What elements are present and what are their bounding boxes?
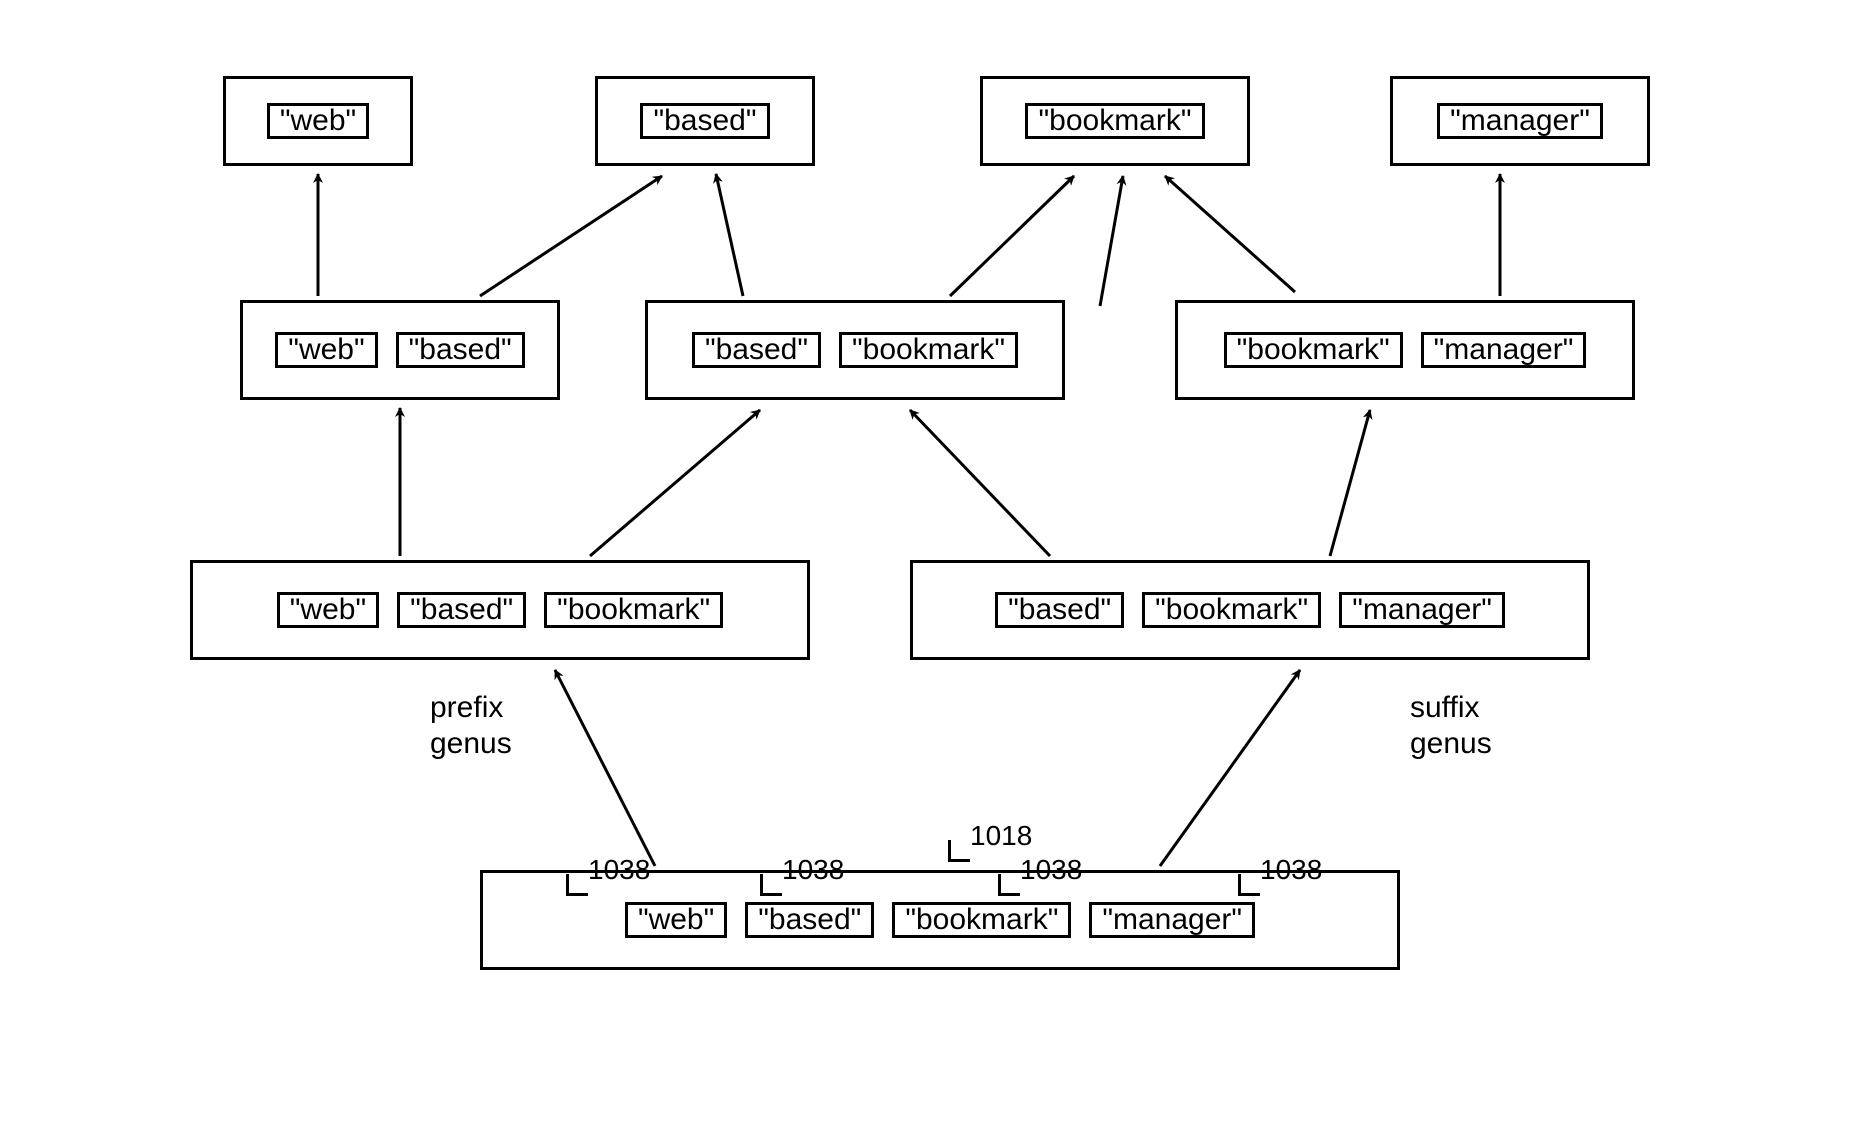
word-manager: "manager" (1421, 332, 1587, 368)
word-manager: "manager" (1339, 592, 1505, 628)
word-based: "based" (397, 592, 526, 628)
word-based: "based" (692, 332, 821, 368)
word-based: "based" (640, 103, 769, 139)
diagram-canvas: "web" "based" "bookmark" "manager" "web" "bas… (0, 0, 1872, 1146)
word-web: "web" (625, 902, 727, 938)
node-b1: "web" "based" "bookmark" (190, 560, 810, 660)
word-bookmark: "bookmark" (892, 902, 1071, 938)
word-manager: "manager" (1437, 103, 1603, 139)
ref-r1038-2: 1038 (782, 854, 844, 886)
ref-hook (998, 874, 1020, 896)
word-bookmark: "bookmark" (1142, 592, 1321, 628)
word-web: "web" (275, 332, 377, 368)
node-t4: "manager" (1390, 76, 1650, 166)
node-b2: "based" "bookmark" "manager" (910, 560, 1590, 660)
word-bookmark: "bookmark" (839, 332, 1018, 368)
node-m1: "web" "based" (240, 300, 560, 400)
ref-r1038-3: 1038 (1020, 854, 1082, 886)
label-prefix: prefix genus (430, 690, 512, 762)
ref-r1018-0: 1018 (970, 820, 1032, 852)
word-bookmark: "bookmark" (1224, 332, 1403, 368)
word-based: "based" (995, 592, 1124, 628)
word-bookmark: "bookmark" (544, 592, 723, 628)
node-t3: "bookmark" (980, 76, 1250, 166)
word-based: "based" (745, 902, 874, 938)
ref-hook (1238, 874, 1260, 896)
node-m2: "based" "bookmark" (645, 300, 1065, 400)
ref-r1038-4: 1038 (1260, 854, 1322, 886)
ref-hook (948, 840, 970, 862)
ref-hook (566, 874, 588, 896)
ref-hook (760, 874, 782, 896)
word-manager: "manager" (1089, 902, 1255, 938)
word-web: "web" (267, 103, 369, 139)
node-t2: "based" (595, 76, 815, 166)
node-m3: "bookmark" "manager" (1175, 300, 1635, 400)
word-web: "web" (277, 592, 379, 628)
label-suffix: suffix genus (1410, 690, 1492, 762)
ref-r1038-1: 1038 (588, 854, 650, 886)
node-t1: "web" (223, 76, 413, 166)
word-bookmark: "bookmark" (1025, 103, 1204, 139)
word-based: "based" (396, 332, 525, 368)
